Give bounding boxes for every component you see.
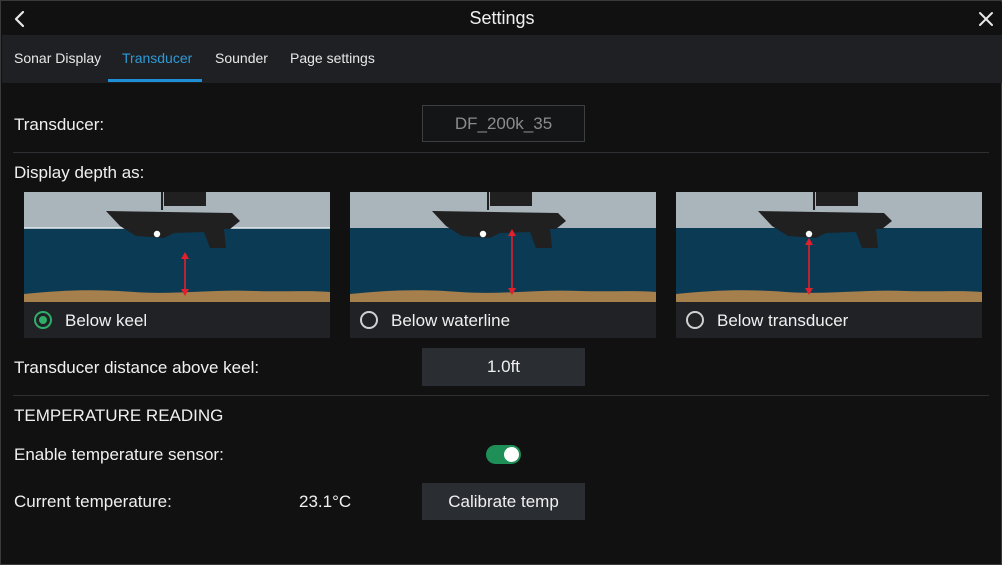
radio-below-waterline[interactable] [360,311,378,329]
depth-option-below-keel[interactable]: Below keel [24,192,330,338]
current-temperature-label: Current temperature: [14,492,172,511]
option-label: Below waterline [391,311,511,330]
chevron-left-icon [14,10,25,28]
below-transducer-illustration [676,192,982,302]
title-bar: Settings [2,2,1002,35]
display-depth-label: Display depth as: [14,163,145,182]
transducer-distance-label: Transducer distance above keel: [14,358,260,377]
option-label: Below transducer [717,311,849,330]
depth-option-below-waterline[interactable]: Below waterline [350,192,656,338]
calibrate-temp-button[interactable]: Calibrate temp [422,483,585,520]
divider [13,395,989,396]
close-icon [979,12,993,26]
radio-below-transducer[interactable] [686,311,704,329]
settings-window: Settings Sonar Display Transducer Sounde… [0,0,1002,565]
transducer-label: Transducer: [14,115,105,134]
tab-bar: Sonar Display Transducer Sounder Page se… [2,35,1002,83]
divider [13,152,989,153]
depth-option-below-transducer[interactable]: Below transducer [676,192,982,338]
active-tab-indicator [108,79,202,82]
below-keel-illustration [24,192,330,302]
temperature-section-title: TEMPERATURE READING [14,406,224,425]
close-button[interactable] [974,7,998,31]
page-title: Settings [469,8,535,28]
tab-page-settings[interactable]: Page settings [290,35,375,83]
tab-sonar-display[interactable]: Sonar Display [14,35,101,83]
temperature-sensor-toggle[interactable] [486,445,521,464]
radio-below-keel[interactable] [34,311,52,329]
back-button[interactable] [8,7,32,31]
option-label: Below keel [65,311,148,330]
tab-sounder[interactable]: Sounder [215,35,268,83]
tab-transducer[interactable]: Transducer [122,35,192,83]
below-waterline-illustration [350,192,656,302]
transducer-distance-value-button[interactable]: 1.0ft [422,348,585,386]
enable-temperature-label: Enable temperature sensor: [14,445,224,464]
current-temperature-value: 23.1°C [299,492,352,511]
transducer-select[interactable]: DF_200k_35 [422,105,585,142]
